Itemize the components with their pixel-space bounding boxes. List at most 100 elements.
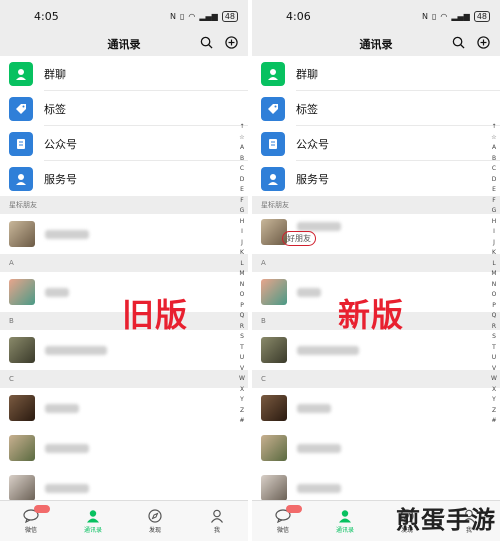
- contact-row[interactable]: [0, 388, 248, 428]
- index-letter[interactable]: G: [492, 206, 497, 217]
- group-chat-item[interactable]: 群聊: [252, 56, 500, 91]
- index-letter[interactable]: R: [240, 322, 244, 333]
- index-letter[interactable]: J: [241, 238, 243, 249]
- contact-row[interactable]: [252, 428, 500, 468]
- tab-contacts[interactable]: 通讯录: [62, 501, 124, 541]
- add-icon[interactable]: [225, 36, 238, 49]
- index-letter[interactable]: L: [492, 259, 495, 270]
- status-icons: N ▯ ◠ ▂▄▆ 48: [422, 10, 490, 22]
- index-letter[interactable]: L: [240, 259, 243, 270]
- index-letter[interactable]: O: [492, 290, 497, 301]
- index-letter[interactable]: J: [493, 238, 495, 249]
- index-letter[interactable]: W: [491, 374, 497, 385]
- index-letter[interactable]: N: [492, 280, 497, 291]
- index-letter[interactable]: Z: [492, 406, 496, 417]
- profile-icon: [211, 509, 223, 523]
- index-letter[interactable]: V: [240, 364, 244, 375]
- index-letter[interactable]: G: [240, 206, 245, 217]
- index-letter[interactable]: A: [240, 143, 244, 154]
- add-icon[interactable]: [477, 36, 490, 49]
- contact-row[interactable]: [0, 428, 248, 468]
- index-letter[interactable]: W: [239, 374, 245, 385]
- index-letter[interactable]: ☆: [491, 133, 496, 144]
- index-letter[interactable]: M: [239, 269, 244, 280]
- index-letter[interactable]: D: [240, 175, 245, 186]
- index-letter[interactable]: C: [492, 164, 496, 175]
- tab-label: 微信: [24, 526, 37, 534]
- index-letter[interactable]: C: [240, 164, 244, 175]
- alphabet-index[interactable]: ↑ ☆ A B C D E F G H I J K L M N O P Q R S T U V W X Y Z #: [238, 122, 246, 427]
- index-letter[interactable]: X: [240, 385, 244, 396]
- index-letter[interactable]: A: [492, 143, 496, 154]
- index-letter[interactable]: #: [239, 416, 244, 427]
- index-letter[interactable]: S: [492, 332, 496, 343]
- index-letter[interactable]: ☆: [239, 133, 244, 144]
- index-letter[interactable]: O: [240, 290, 245, 301]
- index-letter[interactable]: #: [491, 416, 496, 427]
- index-letter[interactable]: B: [240, 154, 244, 165]
- index-letter[interactable]: T: [492, 343, 496, 354]
- index-letter[interactable]: P: [240, 301, 244, 312]
- index-letter[interactable]: F: [240, 196, 243, 207]
- tab-chats[interactable]: 微信: [0, 501, 62, 541]
- index-letter[interactable]: ↑: [491, 122, 496, 133]
- index-letter[interactable]: D: [492, 175, 497, 186]
- contacts-icon: [87, 509, 99, 522]
- official-accounts-item[interactable]: 公众号: [0, 126, 248, 161]
- index-letter[interactable]: P: [492, 301, 496, 312]
- index-letter[interactable]: I: [241, 227, 243, 238]
- index-letter[interactable]: X: [492, 385, 496, 396]
- index-letter[interactable]: U: [240, 353, 244, 364]
- index-letter[interactable]: N: [240, 280, 245, 291]
- index-letter[interactable]: Q: [492, 311, 497, 322]
- nfc-icon: N: [169, 11, 176, 21]
- signal-icon: ▂▄▆: [451, 11, 470, 21]
- section-header-a: A: [0, 254, 248, 272]
- index-letter[interactable]: B: [492, 154, 496, 165]
- index-letter[interactable]: M: [491, 269, 496, 280]
- index-letter[interactable]: R: [492, 322, 496, 333]
- contact-row[interactable]: 好朋友: [252, 214, 500, 254]
- index-letter[interactable]: H: [240, 217, 245, 228]
- tags-item[interactable]: 标签: [252, 91, 500, 126]
- search-icon[interactable]: [200, 36, 213, 49]
- index-letter[interactable]: T: [240, 343, 244, 354]
- search-icon[interactable]: [452, 36, 465, 49]
- index-letter[interactable]: Q: [240, 311, 245, 322]
- official-accounts-item[interactable]: 公众号: [252, 126, 500, 161]
- tab-me[interactable]: 我: [186, 501, 248, 541]
- index-letter[interactable]: H: [492, 217, 497, 228]
- tab-contacts[interactable]: 通讯录: [314, 501, 376, 541]
- index-letter[interactable]: E: [492, 185, 496, 196]
- signal-icon: ▂▄▆: [199, 11, 218, 21]
- contact-row[interactable]: [0, 214, 248, 254]
- item-label: 群聊: [44, 67, 66, 81]
- page-title: 通讯录: [359, 38, 393, 51]
- tab-discover[interactable]: 发现: [124, 501, 186, 541]
- index-letter[interactable]: U: [492, 353, 496, 364]
- tags-item[interactable]: 标签: [0, 91, 248, 126]
- index-letter[interactable]: K: [492, 248, 496, 259]
- index-letter[interactable]: Z: [240, 406, 244, 417]
- avatar: [9, 475, 35, 501]
- contact-row[interactable]: [252, 330, 500, 370]
- status-time: 4:06: [286, 9, 311, 23]
- index-letter[interactable]: K: [240, 248, 244, 259]
- index-letter[interactable]: I: [493, 227, 495, 238]
- index-letter[interactable]: Y: [492, 395, 496, 406]
- index-letter[interactable]: Y: [240, 395, 244, 406]
- index-letter[interactable]: F: [492, 196, 495, 207]
- index-letter[interactable]: V: [492, 364, 496, 375]
- index-letter[interactable]: S: [240, 332, 244, 343]
- index-letter[interactable]: E: [240, 185, 244, 196]
- index-letter[interactable]: ↑: [239, 122, 244, 133]
- tab-chats[interactable]: 微信: [252, 501, 314, 541]
- service-accounts-item[interactable]: 服务号: [0, 161, 248, 196]
- service-accounts-item[interactable]: 服务号: [252, 161, 500, 196]
- item-label: 公众号: [44, 137, 77, 151]
- contact-row[interactable]: [0, 330, 248, 370]
- group-chat-item[interactable]: 群聊: [0, 56, 248, 91]
- wifi-icon: ◠: [440, 11, 448, 21]
- alphabet-index[interactable]: ↑ ☆ A B C D E F G H I J K L M N O P Q R S T U V W X Y Z #: [490, 122, 498, 427]
- contact-row[interactable]: [252, 388, 500, 428]
